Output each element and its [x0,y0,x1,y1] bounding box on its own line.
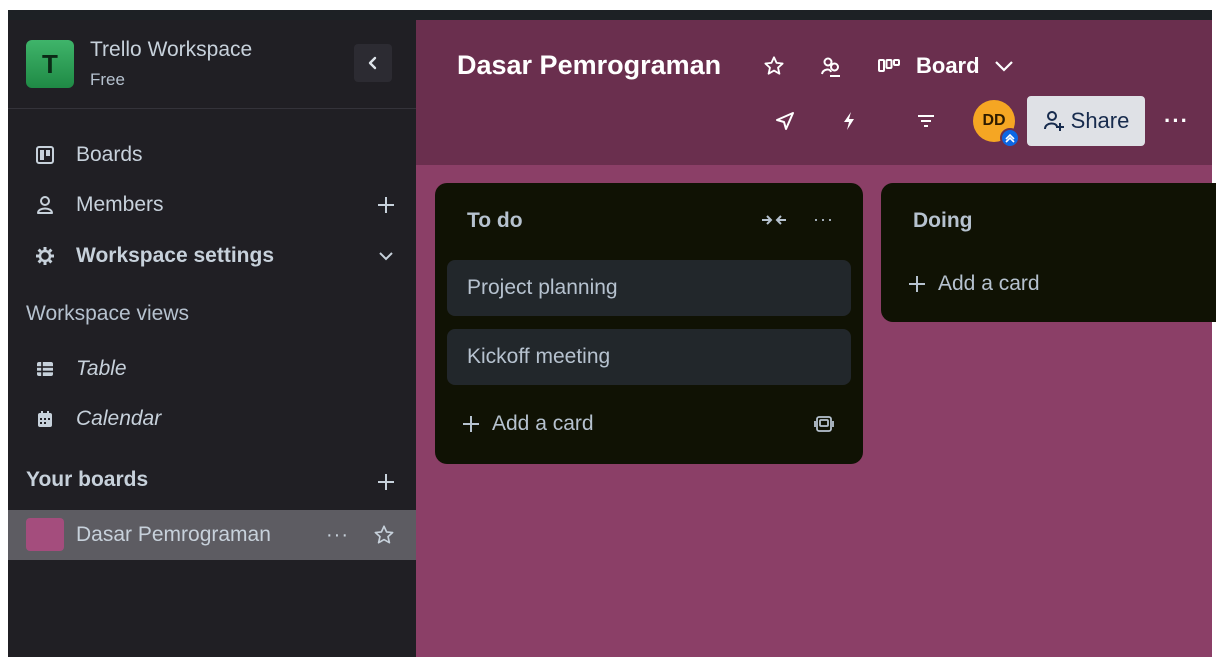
sidebar-item-workspace-settings[interactable]: Workspace settings [8,234,416,278]
board-icon [34,144,56,166]
add-member-icon[interactable] [374,193,398,217]
collapse-list-icon[interactable] [760,213,788,232]
workspace-plan: Free [90,70,125,89]
board-menu-icon[interactable]: ··· [1164,108,1189,134]
window-top-bar [8,10,1212,20]
board-name: Dasar Pemrograman [76,523,271,546]
sidebar-item-label: Boards [76,143,143,166]
gear-icon [34,245,56,267]
add-person-icon [1043,111,1064,131]
filter-icon[interactable] [912,107,940,135]
person-icon [34,194,56,216]
sidebar-item-label: Members [76,193,164,216]
sidebar-item-label: Table [76,357,127,380]
sidebar-item-boards[interactable]: Boards [8,133,416,177]
board-canvas: Dasar Pemrograman Board DD Share ··· To … [416,20,1216,657]
star-icon[interactable] [760,52,788,80]
card-title: Kickoff meeting [467,345,611,368]
add-card-label: Add a card [938,272,1040,295]
workspace-header: T Trello Workspace Free [8,20,416,109]
list-doing: Doing Add a card [881,183,1216,322]
board-color-swatch [26,518,64,551]
share-label: Share [1070,108,1130,133]
calendar-icon [34,408,56,430]
workspace-logo[interactable]: T [26,40,74,88]
sidebar: T Trello Workspace Free Boards Members W… [8,20,416,657]
your-boards-heading: Your boards [26,468,149,491]
list-menu-icon[interactable]: ··· [813,209,834,230]
chevron-left-icon [368,56,377,70]
add-board-icon[interactable] [374,470,398,494]
power-ups-icon[interactable] [771,107,799,135]
add-card-button[interactable]: Add a card [462,412,594,436]
chevron-down-icon[interactable] [990,52,1018,80]
workspace-name[interactable]: Trello Workspace [90,38,252,62]
share-button[interactable]: Share [1027,96,1145,146]
add-card-label: Add a card [492,412,594,435]
plus-icon [463,416,479,432]
view-switcher-label[interactable]: Board [916,53,980,79]
board-more-icon[interactable]: ··· [326,524,349,547]
plus-icon [909,276,925,292]
list-title[interactable]: To do [467,209,523,233]
chevron-down-icon[interactable] [374,244,398,268]
card-title: Project planning [467,276,618,299]
star-icon[interactable] [372,523,396,547]
visibility-icon[interactable] [817,52,845,80]
board-view-icon[interactable] [875,52,903,80]
sidebar-item-members[interactable]: Members [8,183,416,227]
board-header: Dasar Pemrograman Board DD Share ··· [416,20,1212,165]
sidebar-item-table[interactable]: Table [8,347,416,391]
list-title[interactable]: Doing [913,209,972,233]
sidebar-board-item[interactable]: Dasar Pemrograman ··· [8,510,416,560]
sidebar-item-label: Calendar [76,407,162,430]
table-icon [34,358,56,380]
sidebar-item-label: Workspace settings [76,244,275,267]
workspace-views-heading: Workspace views [26,302,189,325]
collapse-sidebar-button[interactable] [354,44,392,82]
sidebar-item-calendar[interactable]: Calendar [8,397,416,441]
list-to-do: To do ··· Project planning Kickoff meeti… [435,183,863,464]
board-title[interactable]: Dasar Pemrograman [457,50,721,81]
create-from-template-icon[interactable] [813,413,835,440]
card[interactable]: Kickoff meeting [447,329,851,385]
admin-badge-icon [1000,128,1020,148]
add-card-button[interactable]: Add a card [908,272,1040,296]
card[interactable]: Project planning [447,260,851,316]
automation-icon[interactable] [835,107,863,135]
